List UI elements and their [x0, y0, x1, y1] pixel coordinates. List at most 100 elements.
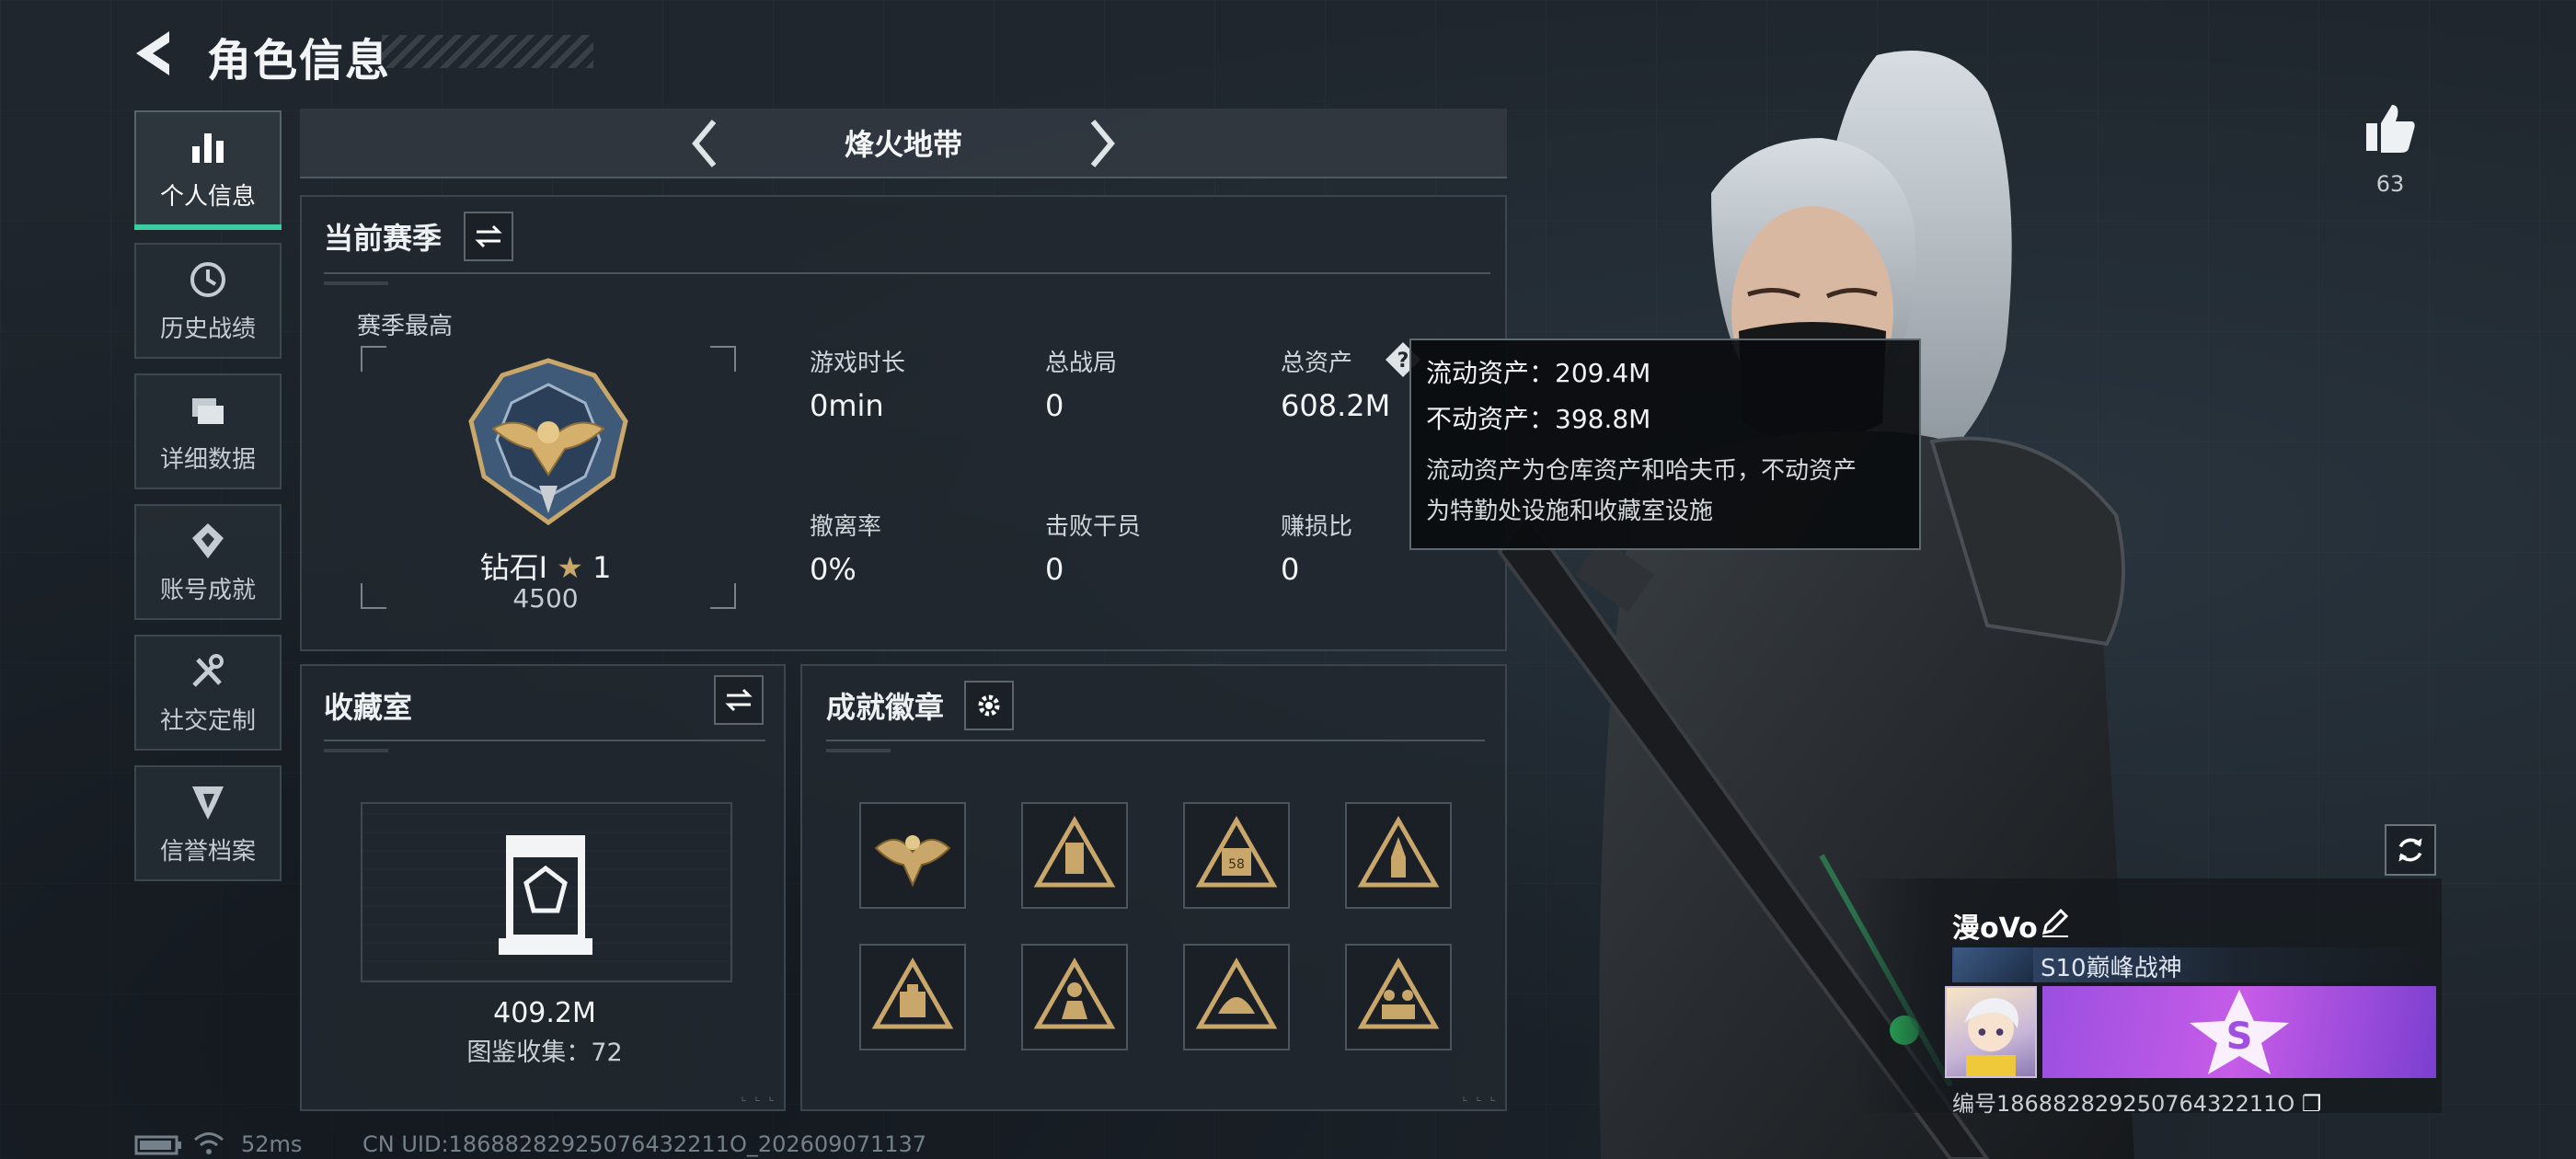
mode-selector: 烽火地带 — [300, 109, 1507, 178]
rank-points: 4500 — [512, 583, 579, 614]
next-mode-arrow-icon[interactable] — [1084, 116, 1121, 171]
badges-panel[interactable]: 成就徽章 58 ⌞ ⌞ ⌞ — [800, 664, 1507, 1111]
ping-text: 52ms — [241, 1131, 303, 1157]
title-decoration — [382, 35, 593, 68]
collection-switch-button[interactable] — [714, 675, 764, 725]
badge-slot[interactable] — [1021, 802, 1128, 909]
credit-icon — [192, 786, 224, 820]
frame-corner — [710, 346, 736, 372]
sidebar-item-history[interactable]: 历史战绩 — [134, 243, 282, 359]
badge-slot[interactable] — [1345, 802, 1452, 909]
display-case-icon — [499, 835, 592, 955]
copy-icon[interactable]: ❐ — [2302, 1091, 2322, 1117]
frame-corner — [361, 346, 386, 372]
thumbs-up-icon[interactable] — [2363, 101, 2418, 156]
stat-value-total-assets: 608.2M — [1281, 388, 1391, 423]
tooltip-description-line-2: 为特勤处设施和收藏室设施 — [1426, 498, 1714, 525]
avatar[interactable] — [1945, 986, 2037, 1078]
bar-chart-icon — [192, 132, 224, 163]
stat-value-extract-rate: 0% — [810, 552, 857, 587]
season-best-label: 赛季最高 — [357, 313, 454, 340]
player-id: 编号18688282925076432211O — [1952, 1091, 2295, 1117]
tooltip-description-line-1: 流动资产为仓库资产和哈夫币，不动资产 — [1426, 457, 1857, 485]
season-divider — [324, 272, 1490, 285]
collection-divider — [324, 740, 765, 752]
sidebar-item-social[interactable]: 社交定制 — [134, 635, 282, 751]
collection-count: 图鉴收集：72 — [466, 1039, 623, 1067]
stat-label-extract-rate: 撤离率 — [810, 513, 882, 541]
banner-text: S — [2226, 1016, 2253, 1058]
player-nickname: 漫oVo — [1952, 912, 2038, 945]
season-title: 当前赛季 — [324, 221, 443, 256]
rank-stars: 1 — [592, 550, 612, 585]
svg-text:58: 58 — [1228, 857, 1245, 872]
achievement-icon — [192, 522, 224, 558]
wifi-icon — [194, 1132, 224, 1154]
gear-icon — [978, 694, 1000, 717]
sidebar-item-label: 个人信息 — [159, 182, 256, 211]
panel-corner-mark: ⌞ ⌞ ⌞ — [741, 1089, 776, 1104]
banner-star-icon: S — [2190, 990, 2289, 1074]
profile-banner[interactable]: S — [2042, 986, 2436, 1078]
stat-label-total-assets: 总资产 — [1281, 350, 1353, 377]
sidebar-item-label: 历史战绩 — [159, 315, 256, 343]
stat-value-profit-ratio: 0 — [1281, 552, 1300, 587]
tower-badge-icon — [1033, 815, 1116, 888]
battery-icon — [134, 1135, 181, 1155]
stat-label-kills: 击败干员 — [1045, 513, 1142, 541]
badges-title: 成就徽章 — [826, 690, 945, 725]
folders-icon — [192, 397, 224, 424]
collection-title: 收藏室 — [324, 690, 413, 725]
history-icon — [190, 261, 225, 297]
rocket-badge-icon — [1357, 815, 1440, 888]
avatar-face-icon — [1964, 998, 2018, 1076]
stat-value-total-matches: 0 — [1045, 388, 1064, 423]
player-id-line: 编号18688282925076432211O ❐ — [1952, 1085, 2321, 1118]
tools-icon — [192, 653, 224, 687]
badges-divider — [826, 740, 1485, 752]
swap-icon — [475, 224, 502, 248]
stat-label-profit-ratio: 赚损比 — [1281, 513, 1353, 541]
collection-value: 409.2M — [493, 997, 596, 1029]
sidebar-item-label: 社交定制 — [159, 706, 256, 735]
page-title: 角色信息 — [207, 35, 392, 86]
rank-name-row: 钻石I ★ 1 — [302, 545, 789, 587]
uid-text: CN UID:18688282925076432211O_20260907113… — [362, 1131, 927, 1157]
badges-settings-button[interactable] — [964, 681, 1014, 730]
svg-text:?: ? — [1397, 350, 1409, 373]
badge-slot[interactable] — [1345, 944, 1452, 1050]
rank-title-badge-icon — [1954, 947, 2033, 982]
badge-slot[interactable] — [1021, 944, 1128, 1050]
badge-slot[interactable] — [1183, 944, 1290, 1050]
rank-title: S10巅峰战神 — [2041, 955, 2182, 982]
refresh-icon — [2398, 838, 2422, 862]
mode-name: 烽火地带 — [844, 127, 962, 162]
sidebar-item-label: 详细数据 — [159, 445, 256, 474]
badge-slot[interactable] — [859, 802, 966, 909]
star-icon: ★ — [557, 550, 583, 585]
collection-panel[interactable]: 收藏室 409.2M 图鉴收集：72 ⌞ ⌞ ⌞ — [300, 664, 786, 1111]
edit-pencil-icon[interactable] — [2039, 905, 2072, 938]
swap-icon — [725, 688, 753, 712]
back-arrow-icon[interactable] — [129, 28, 184, 79]
tooltip-fixed-assets: 不动资产：398.8M — [1426, 404, 1651, 434]
sidebar-item-label: 账号成就 — [159, 576, 256, 604]
sidebar-item-personal-info[interactable]: 个人信息 — [134, 110, 282, 230]
stat-value-kills: 0 — [1045, 552, 1064, 587]
diamond-rank-emblem-icon — [468, 358, 628, 526]
refresh-button[interactable] — [2385, 824, 2436, 876]
badge-slot[interactable]: 58 — [1183, 802, 1290, 909]
season-panel: 当前赛季 赛季最高 钻石I ★ 1 4500 游戏时长 0min 总战局 0 总… — [300, 195, 1507, 651]
squad-badge-icon — [1357, 957, 1440, 1029]
crate-badge-icon — [871, 957, 954, 1029]
badge-slot[interactable] — [859, 944, 966, 1050]
sidebar-item-label: 信誉档案 — [159, 837, 256, 866]
assets-tooltip: 流动资产：209.4M 不动资产：398.8M 流动资产为仓库资产和哈夫币，不动… — [1409, 339, 1921, 550]
sidebar-item-credit[interactable]: 信誉档案 — [134, 765, 282, 881]
sidebar-item-achievements[interactable]: 账号成就 — [134, 504, 282, 620]
stat-value-playtime: 0min — [810, 388, 884, 423]
season-switch-button[interactable] — [464, 212, 513, 261]
soldier-badge-icon — [1033, 957, 1116, 1029]
stat-label-total-matches: 总战局 — [1045, 350, 1118, 377]
sidebar-item-detailed-data[interactable]: 详细数据 — [134, 373, 282, 489]
